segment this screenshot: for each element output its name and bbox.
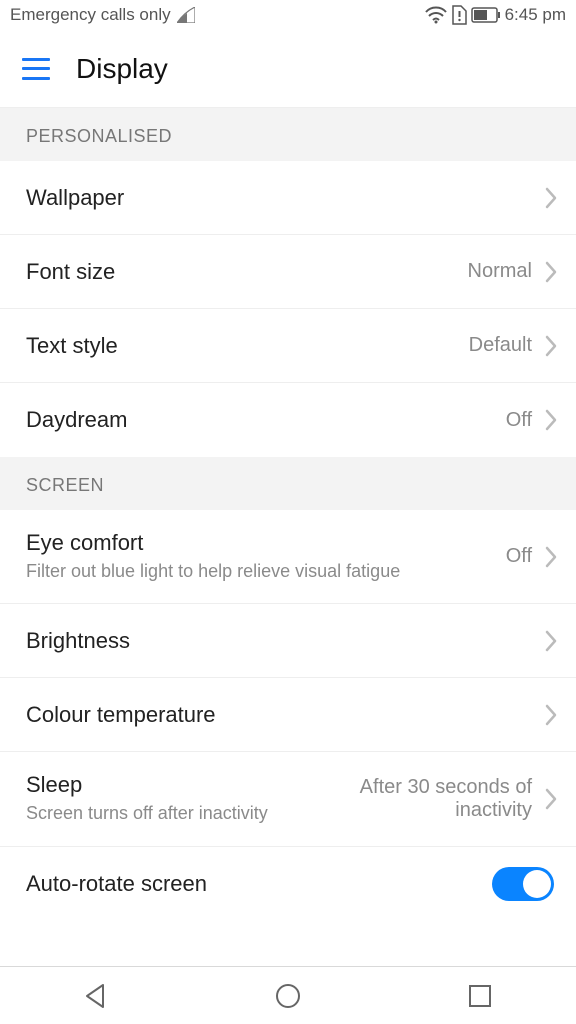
- row-label: Daydream: [26, 407, 506, 433]
- section-header-screen: SCREEN: [0, 457, 576, 510]
- row-daydream[interactable]: Daydream Off: [0, 383, 576, 457]
- row-brightness[interactable]: Brightness: [0, 604, 576, 678]
- row-value: After 30 seconds of inactivity: [312, 776, 532, 822]
- home-button[interactable]: [271, 979, 305, 1013]
- chevron-right-icon: [544, 334, 558, 358]
- row-value: Off: [506, 409, 532, 432]
- recent-apps-button[interactable]: [463, 979, 497, 1013]
- list-personalised: Wallpaper Font size Normal Text style De…: [0, 161, 576, 457]
- section-header-personalised: PERSONALISED: [0, 108, 576, 161]
- row-value: Normal: [468, 260, 532, 283]
- signal-icon: [177, 7, 195, 23]
- row-label: Brightness: [26, 628, 538, 654]
- chevron-right-icon: [544, 186, 558, 210]
- row-label: Eye comfort: [26, 530, 506, 556]
- row-value: Default: [469, 334, 532, 357]
- row-font-size[interactable]: Font size Normal: [0, 235, 576, 309]
- back-button[interactable]: [79, 979, 113, 1013]
- sim-alert-icon: [451, 5, 467, 25]
- row-label: Text style: [26, 333, 469, 359]
- row-wallpaper[interactable]: Wallpaper: [0, 161, 576, 235]
- app-bar: Display: [0, 30, 576, 108]
- row-colour-temperature[interactable]: Colour temperature: [0, 678, 576, 752]
- row-label: Wallpaper: [26, 185, 538, 211]
- carrier-text: Emergency calls only: [10, 5, 171, 25]
- chevron-right-icon: [544, 408, 558, 432]
- toggle-switch[interactable]: [492, 867, 554, 901]
- battery-icon: [471, 7, 501, 23]
- row-auto-rotate[interactable]: Auto-rotate screen: [0, 847, 576, 921]
- clock-text: 6:45 pm: [505, 5, 566, 25]
- row-label: Sleep: [26, 772, 312, 798]
- row-label: Colour temperature: [26, 702, 538, 728]
- chevron-right-icon: [544, 260, 558, 284]
- row-eye-comfort[interactable]: Eye comfort Filter out blue light to hel…: [0, 510, 576, 604]
- system-nav-bar: [0, 966, 576, 1024]
- row-label: Auto-rotate screen: [26, 871, 492, 897]
- wifi-icon: [425, 6, 447, 24]
- row-sublabel: Filter out blue light to help relieve vi…: [26, 560, 506, 583]
- chevron-right-icon: [544, 703, 558, 727]
- menu-icon[interactable]: [22, 58, 50, 80]
- row-sleep[interactable]: Sleep Screen turns off after inactivity …: [0, 752, 576, 846]
- row-text-style[interactable]: Text style Default: [0, 309, 576, 383]
- chevron-right-icon: [544, 545, 558, 569]
- chevron-right-icon: [544, 787, 558, 811]
- row-sublabel: Screen turns off after inactivity: [26, 802, 312, 825]
- page-title: Display: [76, 53, 168, 85]
- list-screen: Eye comfort Filter out blue light to hel…: [0, 510, 576, 921]
- row-value: Off: [506, 545, 532, 568]
- status-bar: Emergency calls only 6:45 pm: [0, 0, 576, 30]
- row-label: Font size: [26, 259, 468, 285]
- content-scroll[interactable]: PERSONALISED Wallpaper Font size Normal …: [0, 108, 576, 966]
- chevron-right-icon: [544, 629, 558, 653]
